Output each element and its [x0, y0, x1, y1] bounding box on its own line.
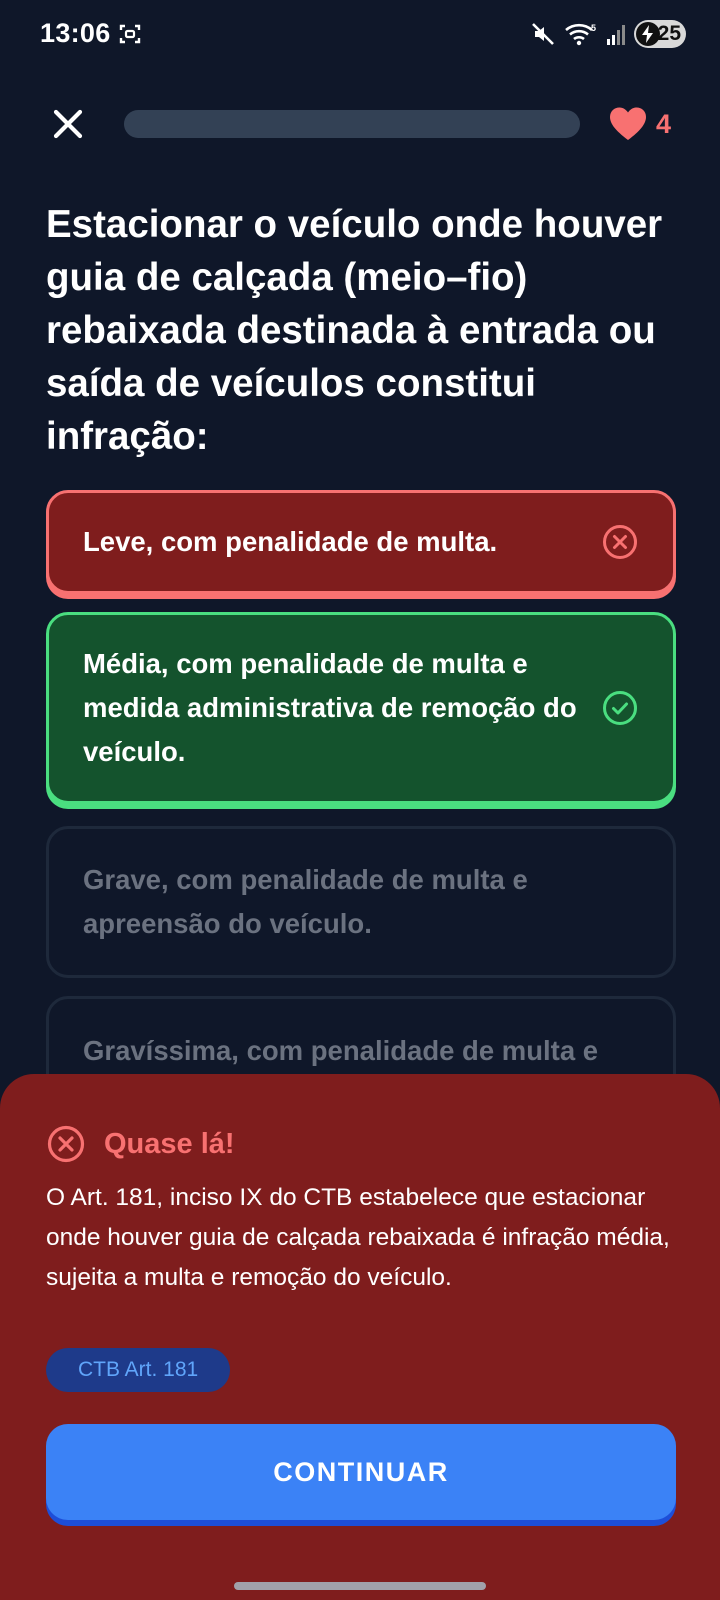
feedback-header: Quase lá!: [46, 1124, 235, 1164]
progress-bar: [124, 110, 580, 138]
battery-level: 25: [657, 22, 681, 45]
status-time: 13:06: [40, 18, 111, 48]
close-button[interactable]: [48, 104, 88, 144]
heart-icon: [610, 107, 646, 140]
mute-icon: [532, 23, 554, 45]
answer-option[interactable]: Grave, com penalidade de multa e apreens…: [46, 826, 676, 978]
battery-charging-icon: [636, 22, 660, 46]
question-text: Estacionar o veículo onde houver guia de…: [46, 203, 663, 458]
reference-badge[interactable]: CTB Art. 181: [46, 1348, 231, 1392]
quiz-screen: 13:06 5 25 4 Estacionar o veículo onde h…: [0, 0, 720, 1600]
signal-icon: [607, 25, 625, 45]
option-label: Leve, com penalidade de multa.: [83, 526, 498, 557]
wifi-icon: 5: [565, 23, 596, 46]
close-icon: [53, 109, 83, 139]
feedback-title: Quase lá!: [104, 1127, 235, 1160]
option-label: Média, com penalidade de multa e medida …: [83, 648, 577, 767]
option-label: Gravíssima, com penalidade de multa e: [83, 1035, 599, 1066]
check-circle-icon: [603, 691, 637, 725]
status-bar: 13:06 5 25: [0, 0, 720, 70]
feedback-explanation: O Art. 181, inciso IX do CTB estabelece …: [46, 1184, 670, 1291]
lives-count: 4: [656, 108, 672, 139]
option-label: Grave, com penalidade de multa e apreens…: [83, 864, 528, 939]
lives-counter: 4: [608, 106, 671, 142]
continue-button[interactable]: CONTINUAR: [46, 1424, 676, 1520]
x-circle-icon: [603, 525, 637, 559]
screenshot-icon: [119, 24, 141, 44]
answer-option-correct[interactable]: Média, com penalidade de multa e medida …: [46, 612, 676, 804]
battery-indicator: 25: [634, 20, 686, 48]
status-icons: 5 25: [530, 18, 686, 50]
x-circle-icon: [47, 1125, 85, 1163]
answer-option-wrong[interactable]: Leve, com penalidade de multa.: [46, 490, 676, 594]
svg-text:5: 5: [591, 23, 596, 33]
feedback-sheet: Quase lá! O Art. 181, inciso IX do CTB e…: [0, 1074, 720, 1600]
home-indicator[interactable]: [234, 1582, 486, 1590]
